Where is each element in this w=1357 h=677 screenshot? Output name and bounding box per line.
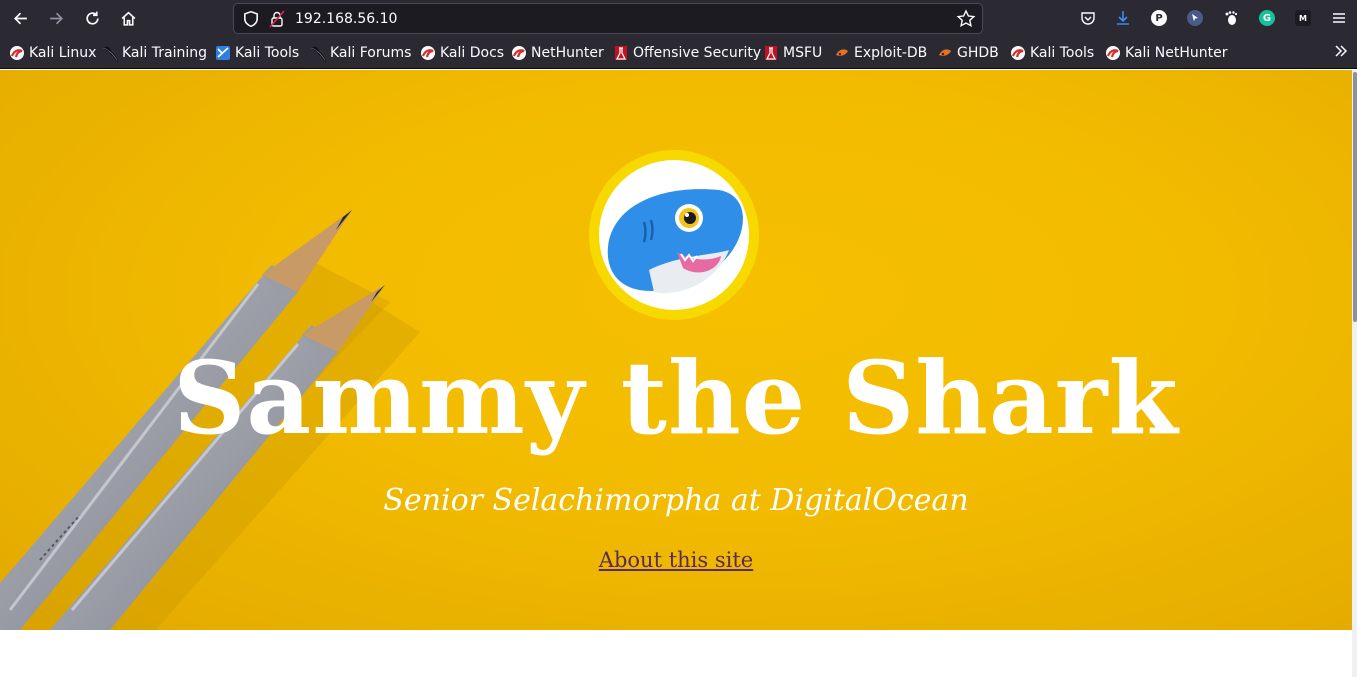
- p-extension-icon: P: [1151, 10, 1167, 26]
- bookmark-label: Kali Training: [122, 45, 207, 61]
- bookmarks-toolbar: Kali Linux Kali Training Kali Tools Kali…: [0, 37, 1357, 69]
- cursor-extension-button[interactable]: [1184, 7, 1206, 29]
- bookmark-nethunter[interactable]: NetHunter: [511, 44, 604, 62]
- kali-dragon-red-icon: [1106, 46, 1120, 60]
- bookmark-ghdb[interactable]: GHDB: [937, 44, 999, 62]
- shark-avatar-image: [599, 160, 749, 310]
- forward-arrow-icon: [49, 12, 63, 24]
- browser-toolbar: 192.168.56.10 P G M: [0, 0, 1357, 37]
- menu-icon: [1333, 13, 1345, 23]
- offsec-icon: [615, 46, 627, 60]
- bookmarks-overflow-button[interactable]: [1333, 43, 1349, 63]
- bookmark-label: Kali Tools: [235, 45, 300, 61]
- double-chevron-right-icon: [1335, 45, 1348, 57]
- cursor-extension-icon: [1187, 10, 1203, 26]
- exploit-db-icon: [836, 49, 848, 56]
- page-viewport: Sammy the Shark Senior Selachimorpha at …: [0, 70, 1357, 677]
- bookmark-star-icon[interactable]: [956, 9, 976, 29]
- pocket-button[interactable]: [1077, 7, 1099, 29]
- kali-dragon-red-icon: [512, 46, 526, 60]
- kali-dragon-red-icon: [421, 46, 435, 60]
- m-extension-icon: M: [1295, 10, 1311, 26]
- kali-dragon-red-icon: [10, 46, 24, 60]
- download-icon: [1117, 11, 1129, 25]
- bookmark-kali-nethunter[interactable]: Kali NetHunter: [1105, 44, 1227, 62]
- insecure-lock-icon[interactable]: [269, 10, 285, 28]
- address-bar[interactable]: 192.168.56.10: [233, 3, 983, 34]
- gnome-extension-button[interactable]: [1220, 7, 1242, 29]
- hero-section: Sammy the Shark Senior Selachimorpha at …: [0, 70, 1352, 630]
- about-this-site-link[interactable]: About this site: [599, 548, 753, 572]
- home-icon: [121, 11, 135, 26]
- exploit-db-icon: [939, 49, 951, 56]
- bookmark-label: Kali Linux: [29, 45, 97, 61]
- downloads-button[interactable]: [1112, 7, 1134, 29]
- page-subtitle: Senior Selachimorpha at DigitalOcean: [383, 483, 969, 518]
- shark-avatar: [589, 150, 759, 320]
- about-link-container: About this site: [0, 546, 1352, 574]
- p-extension-button[interactable]: P: [1148, 7, 1170, 29]
- pocket-icon: [1081, 12, 1095, 25]
- page-scrollbar[interactable]: [1352, 70, 1357, 677]
- reload-icon: [85, 11, 99, 25]
- bookmark-msfu[interactable]: MSFU: [763, 44, 822, 62]
- grammarly-icon: G: [1259, 10, 1275, 26]
- kali-dragon-black-icon: [102, 46, 118, 61]
- bookmark-label: GHDB: [957, 45, 999, 61]
- bookmark-label: Kali Tools: [1030, 45, 1095, 61]
- bookmark-kali-training[interactable]: Kali Training: [102, 44, 207, 62]
- grammarly-button[interactable]: G: [1256, 7, 1278, 29]
- offsec-icon: [765, 46, 777, 60]
- scrollbar-thumb[interactable]: [1353, 72, 1357, 322]
- bookmark-kali-docs[interactable]: Kali Docs: [420, 44, 504, 62]
- kali-dragon-red-icon: [1011, 46, 1025, 60]
- bookmark-exploit-db[interactable]: Exploit-DB: [834, 44, 927, 62]
- bookmark-label: MSFU: [783, 45, 823, 61]
- bookmark-kali-linux[interactable]: Kali Linux: [9, 44, 96, 62]
- url-text[interactable]: 192.168.56.10: [295, 10, 397, 28]
- shark-icon: [607, 189, 743, 294]
- kali-dragon-black-icon: [310, 46, 326, 61]
- m-extension-button[interactable]: M: [1292, 7, 1314, 29]
- reload-button[interactable]: [79, 5, 105, 31]
- bookmark-label: NetHunter: [531, 45, 604, 61]
- bookmark-label: Exploit-DB: [854, 45, 928, 61]
- bookmark-label: Kali Docs: [440, 45, 505, 61]
- tracking-protection-shield-icon[interactable]: [242, 10, 260, 28]
- gnome-foot-icon: [1225, 11, 1238, 25]
- home-button[interactable]: [115, 5, 141, 31]
- page-title: Sammy the Shark: [173, 339, 1179, 457]
- app-menu-button[interactable]: [1328, 7, 1350, 29]
- bookmark-label: Kali Forums: [330, 45, 412, 61]
- bookmark-kali-tools-2[interactable]: Kali Tools: [1010, 44, 1094, 62]
- bookmark-label: Kali NetHunter: [1125, 45, 1228, 61]
- forward-button[interactable]: [43, 5, 69, 31]
- bookmark-kali-tools[interactable]: Kali Tools: [215, 44, 299, 62]
- back-button[interactable]: [7, 5, 33, 31]
- kali-dragon-blue-icon: [216, 46, 230, 60]
- bookmark-label: Offensive Security: [633, 45, 762, 61]
- back-arrow-icon: [13, 12, 27, 24]
- bookmark-kali-forums[interactable]: Kali Forums: [310, 44, 411, 62]
- bookmark-offensive-security[interactable]: Offensive Security: [613, 44, 761, 62]
